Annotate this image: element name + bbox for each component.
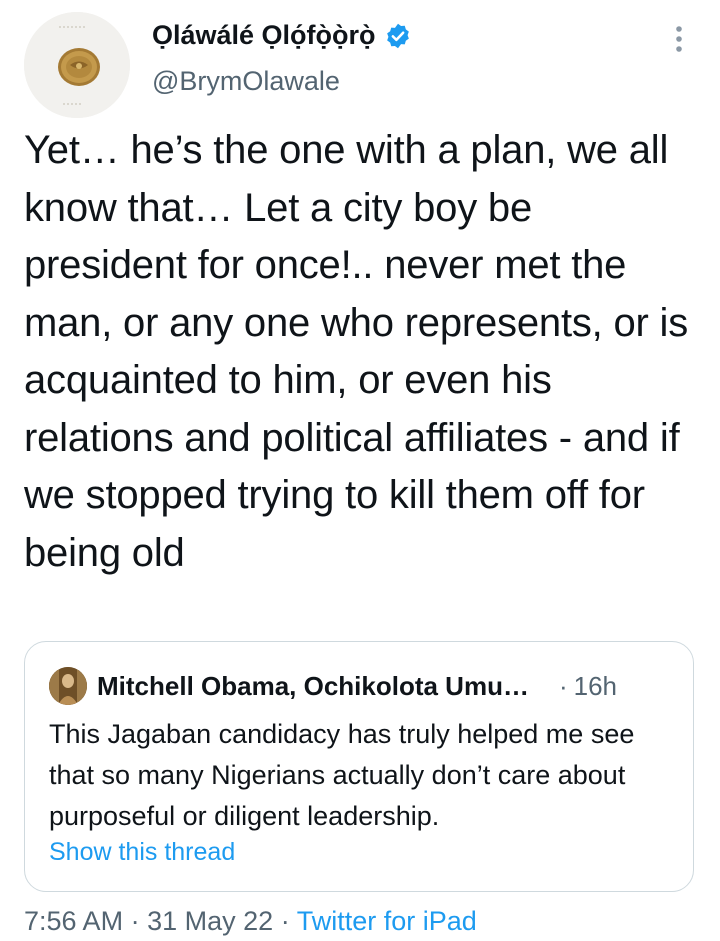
meta-separator: · xyxy=(280,906,290,936)
more-vertical-icon[interactable] xyxy=(674,24,684,54)
coin-image xyxy=(24,12,130,118)
author-handle[interactable]: @BrymOlawale xyxy=(152,66,340,97)
tweet-meta: 7:56 AM · 31 May 22 · Twitter for iPad xyxy=(24,906,477,937)
tweet-date[interactable]: 31 May 22 xyxy=(147,906,273,936)
verified-badge-icon xyxy=(386,23,409,48)
quoted-separator: · xyxy=(558,670,568,701)
tweet-text: Yet… he’s the one with a plan, we all kn… xyxy=(24,128,689,575)
author-name-row[interactable]: Ọláwálé Ọlọ́fọ̀ọ̀rọ̀ xyxy=(152,20,412,51)
quoted-avatar[interactable] xyxy=(49,667,87,705)
person-image xyxy=(49,667,87,705)
meta-separator: · xyxy=(130,906,140,936)
author-avatar[interactable] xyxy=(24,12,130,118)
tweet-time[interactable]: 7:56 AM xyxy=(24,906,123,936)
author-name[interactable]: Ọláwálé Ọlọ́fọ̀ọ̀rọ̀ xyxy=(152,20,376,51)
quoted-header: Mitchell Obama, Ochikolota Umu… · 16h xyxy=(49,666,669,706)
quoted-timestamp[interactable]: 16h xyxy=(574,671,617,702)
quoted-tweet[interactable]: Mitchell Obama, Ochikolota Umu… · 16h Th… xyxy=(24,641,694,892)
show-thread-link[interactable]: Show this thread xyxy=(49,838,235,867)
tweet-source[interactable]: Twitter for iPad xyxy=(297,906,477,936)
quoted-text: This Jagaban candidacy has truly helped … xyxy=(49,719,635,831)
quoted-author-name[interactable]: Mitchell Obama, Ochikolota Umu… xyxy=(97,671,529,702)
